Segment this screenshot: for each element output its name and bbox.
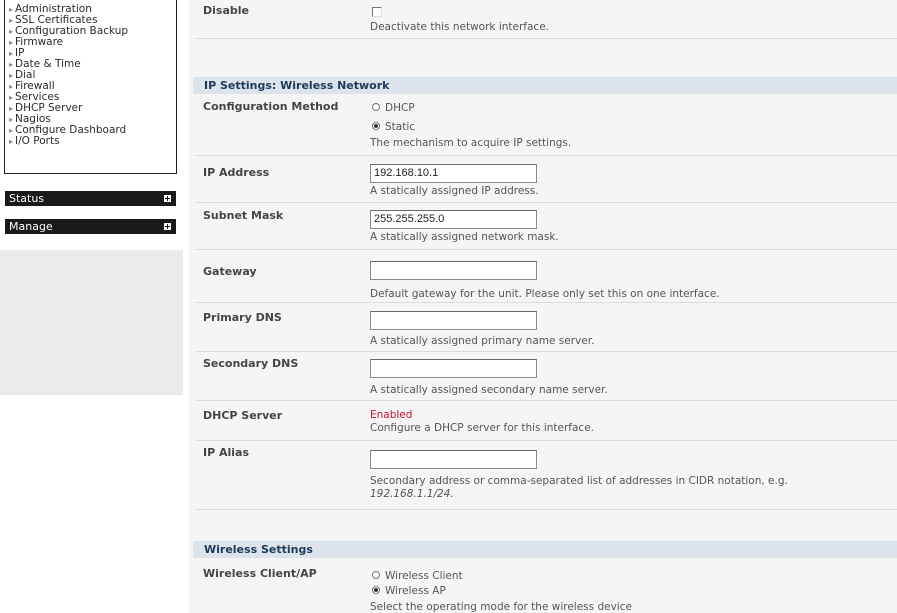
- wireless-ap-radio[interactable]: Wireless AP: [372, 585, 446, 597]
- primary-dns-help: A statically assigned primary name serve…: [370, 335, 595, 347]
- gateway-label: Gateway: [203, 265, 257, 278]
- primary-dns-input[interactable]: [370, 311, 537, 330]
- ip-alias-input[interactable]: [370, 450, 537, 469]
- manage-menu-toggle[interactable]: Manage: [5, 219, 176, 234]
- bullet-icon: ▸: [9, 137, 14, 146]
- ip-alias-help: Secondary address or comma-separated lis…: [370, 475, 788, 487]
- sidebar: ▸ Administration ▸ SSL Certificates ▸ Confi…: [0, 0, 183, 613]
- expand-plus-icon[interactable]: [164, 195, 171, 202]
- wireless-mode-help: Select the operating mode for the wirele…: [370, 601, 632, 613]
- config-method-dhcp-radio[interactable]: DHCP: [372, 102, 415, 114]
- config-method-static-radio[interactable]: Static: [372, 121, 415, 133]
- system-menu: ▸ Administration ▸ SSL Certificates ▸ Confi…: [4, 0, 177, 174]
- sidebar-background: [0, 250, 183, 395]
- wireless-client-radio[interactable]: Wireless Client: [372, 570, 463, 582]
- dhcp-server-label: DHCP Server: [203, 409, 283, 422]
- bullet-icon: ▸: [9, 115, 14, 124]
- ip-alias-example: 192.168.1.1/24.: [370, 488, 454, 500]
- ip-address-label: IP Address: [203, 166, 270, 179]
- disable-checkbox[interactable]: [372, 7, 382, 17]
- divider: [195, 400, 897, 401]
- dhcp-server-help: Configure a DHCP server for this interfa…: [370, 422, 594, 434]
- config-method-help: The mechanism to acquire IP settings.: [370, 137, 572, 149]
- ip-alias-label: IP Alias: [203, 446, 250, 459]
- dhcp-server-status-link[interactable]: Enabled: [370, 409, 412, 421]
- bullet-icon: ▸: [9, 60, 14, 69]
- secondary-dns-help: A statically assigned secondary name ser…: [370, 384, 608, 396]
- config-method-label: Configuration Method: [203, 100, 339, 113]
- bullet-icon: ▸: [9, 71, 14, 80]
- divider: [195, 509, 897, 510]
- ip-address-input[interactable]: 192.168.10.1: [370, 164, 537, 183]
- primary-dns-label: Primary DNS: [203, 311, 282, 324]
- status-menu-label: Status: [9, 192, 45, 205]
- bullet-icon: ▸: [9, 49, 14, 58]
- secondary-dns-input[interactable]: [370, 359, 537, 378]
- bullet-icon: ▸: [9, 126, 14, 135]
- gateway-input[interactable]: [370, 261, 537, 280]
- secondary-dns-label: Secondary DNS: [203, 357, 299, 370]
- status-menu-toggle[interactable]: Status: [5, 191, 176, 206]
- gateway-help: Default gateway for the unit. Please onl…: [370, 288, 720, 300]
- divider: [195, 155, 897, 156]
- bullet-icon: ▸: [9, 27, 14, 36]
- radio-unchecked-icon[interactable]: [372, 571, 380, 579]
- bullet-icon: ▸: [9, 93, 14, 102]
- radio-checked-icon[interactable]: [372, 586, 380, 594]
- divider: [195, 202, 897, 203]
- radio-checked-icon[interactable]: [372, 122, 380, 130]
- sidebar-item-io-ports[interactable]: ▸ I/O Ports: [9, 136, 60, 147]
- subnet-mask-label: Subnet Mask: [203, 209, 284, 222]
- main-content: Disable Deactivate this network interfac…: [189, 0, 897, 613]
- subnet-mask-input[interactable]: 255.255.255.0: [370, 210, 537, 229]
- ip-settings-header: IP Settings: Wireless Network: [193, 77, 897, 94]
- subnet-mask-help: A statically assigned network mask.: [370, 231, 559, 243]
- bullet-icon: ▸: [9, 104, 14, 113]
- wireless-mode-label: Wireless Client/AP: [203, 567, 317, 580]
- divider: [195, 440, 897, 441]
- ip-address-help: A statically assigned IP address.: [370, 185, 539, 197]
- radio-unchecked-icon[interactable]: [372, 103, 380, 111]
- wireless-settings-header: Wireless Settings: [193, 541, 897, 558]
- divider: [195, 302, 897, 303]
- bullet-icon: ▸: [9, 38, 14, 47]
- divider: [195, 249, 897, 250]
- bullet-icon: ▸: [9, 5, 14, 14]
- manage-menu-label: Manage: [9, 220, 53, 233]
- divider: [195, 38, 897, 39]
- disable-label: Disable: [203, 4, 249, 17]
- divider: [195, 351, 897, 352]
- disable-help: Deactivate this network interface.: [370, 21, 549, 33]
- expand-plus-icon[interactable]: [164, 223, 171, 230]
- bullet-icon: ▸: [9, 82, 14, 91]
- bullet-icon: ▸: [9, 16, 14, 25]
